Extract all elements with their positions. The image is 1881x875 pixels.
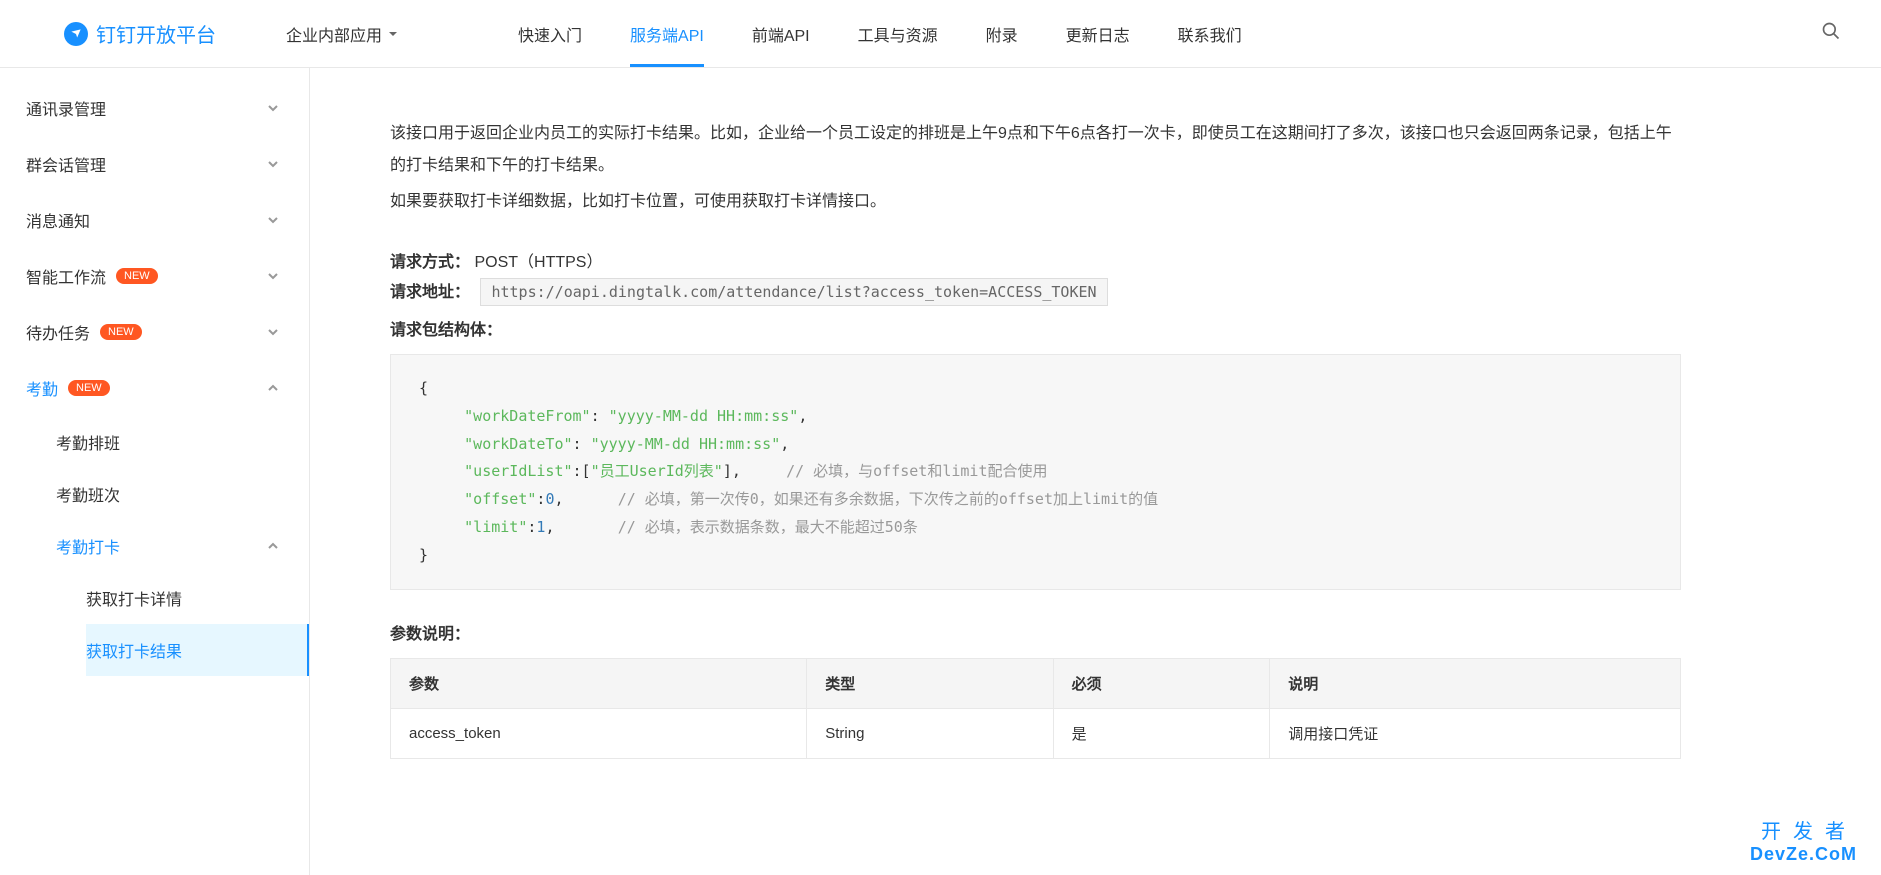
params-table: 参数 类型 必须 说明 access_token String 是 调用接口凭证 [390, 658, 1681, 759]
tab-frontend-api[interactable]: 前端API [752, 0, 810, 67]
td-type: String [807, 709, 1053, 759]
request-url-value: https://oapi.dingtalk.com/attendance/lis… [480, 278, 1107, 306]
tab-changelog[interactable]: 更新日志 [1066, 0, 1130, 67]
code-block: { "workDateFrom": "yyyy-MM-dd HH:mm:ss",… [390, 354, 1681, 590]
chevron-down-icon [388, 29, 398, 39]
sidebar-item-punch-detail[interactable]: 获取打卡详情 [86, 572, 309, 624]
th-required: 必须 [1053, 659, 1270, 709]
sidebar-item-label: 考勤打卡 [56, 534, 120, 558]
tab-server-api[interactable]: 服务端API [630, 0, 704, 67]
watermark: 开发者 DevZe.CoM [1750, 815, 1857, 865]
td-desc: 调用接口凭证 [1270, 709, 1681, 759]
th-type: 类型 [807, 659, 1053, 709]
sidebar-item-label: 通讯录管理 [26, 96, 106, 120]
chevron-down-icon [267, 158, 279, 170]
new-badge: NEW [100, 324, 142, 340]
sidebar-item-punch-result[interactable]: 获取打卡结果 [86, 624, 310, 676]
sidebar-item-label: 考勤 [26, 376, 58, 400]
request-url-line: 请求地址： https://oapi.dingtalk.com/attendan… [390, 278, 1681, 306]
watermark-cn: 开发者 [1750, 815, 1857, 844]
header: 钉钉开放平台 企业内部应用 快速入门 服务端API 前端API 工具与资源 附录… [0, 0, 1881, 68]
sidebar-item-punch[interactable]: 考勤打卡 [56, 520, 309, 572]
chevron-down-icon [267, 270, 279, 282]
sidebar-item-label: 考勤班次 [56, 482, 120, 506]
logo-text: 钉钉开放平台 [96, 19, 216, 48]
sidebar-item-label: 群会话管理 [26, 152, 106, 176]
sidebar: 通讯录管理 群会话管理 消息通知 智能工作流NEW 待办任务NEW 考勤NEW … [0, 68, 310, 875]
request-body-label: 请求包结构体： [390, 322, 502, 339]
new-badge: NEW [116, 268, 158, 284]
sidebar-item-message[interactable]: 消息通知 [0, 192, 309, 248]
chevron-down-icon [267, 102, 279, 114]
tab-contact[interactable]: 联系我们 [1178, 0, 1242, 67]
sidebar-item-label: 获取打卡结果 [86, 638, 182, 662]
search-icon[interactable] [1821, 21, 1841, 46]
sidebar-item-schedule[interactable]: 考勤排班 [56, 416, 309, 468]
td-required: 是 [1053, 709, 1270, 759]
chevron-up-icon [267, 540, 279, 552]
sidebar-item-label: 智能工作流 [26, 264, 106, 288]
sidebar-item-group-session[interactable]: 群会话管理 [0, 136, 309, 192]
params-label: 参数说明： [390, 626, 470, 643]
table-row: access_token String 是 调用接口凭证 [391, 709, 1681, 759]
th-param: 参数 [391, 659, 807, 709]
request-method-line: 请求方式： POST（HTTPS） [390, 248, 1681, 272]
table-header-row: 参数 类型 必须 说明 [391, 659, 1681, 709]
chevron-down-icon [267, 326, 279, 338]
sidebar-item-label: 待办任务 [26, 320, 90, 344]
new-badge: NEW [68, 380, 110, 396]
content: 该接口用于返回企业内员工的实际打卡结果。比如，企业给一个员工设定的排班是上午9点… [310, 68, 1881, 875]
sidebar-item-workflow[interactable]: 智能工作流 NEW [0, 248, 309, 304]
th-desc: 说明 [1270, 659, 1681, 709]
td-param: access_token [391, 709, 807, 759]
request-url-label: 请求地址： [390, 284, 470, 301]
nav-tabs: 快速入门 服务端API 前端API 工具与资源 附录 更新日志 联系我们 [518, 0, 1242, 67]
sidebar-item-todo[interactable]: 待办任务 NEW [0, 304, 309, 360]
request-method-value: POST（HTTPS） [474, 254, 602, 271]
logo[interactable]: 钉钉开放平台 [64, 19, 216, 48]
sidebar-item-shift[interactable]: 考勤班次 [56, 468, 309, 520]
request-method-label: 请求方式： [390, 254, 470, 271]
sidebar-item-contacts[interactable]: 通讯录管理 [0, 80, 309, 136]
app-type-label: 企业内部应用 [286, 22, 382, 46]
sidebar-item-label: 消息通知 [26, 208, 90, 232]
params-label-line: 参数说明： [390, 620, 1681, 644]
chevron-up-icon [267, 382, 279, 394]
description-2: 如果要获取打卡详细数据，比如打卡位置，可使用获取打卡详情接口。 [390, 186, 1681, 218]
request-body-label-line: 请求包结构体： [390, 316, 1681, 340]
tab-quickstart[interactable]: 快速入门 [518, 0, 582, 67]
chevron-down-icon [267, 214, 279, 226]
sidebar-item-attendance[interactable]: 考勤 NEW [0, 360, 309, 416]
tab-appendix[interactable]: 附录 [986, 0, 1018, 67]
dingtalk-icon [64, 22, 88, 46]
app-type-select[interactable]: 企业内部应用 [286, 22, 398, 46]
tab-tools-resources[interactable]: 工具与资源 [858, 0, 938, 67]
sidebar-item-label: 获取打卡详情 [86, 586, 182, 610]
watermark-en: DevZe.CoM [1750, 844, 1857, 865]
sidebar-item-label: 考勤排班 [56, 430, 120, 454]
description-1: 该接口用于返回企业内员工的实际打卡结果。比如，企业给一个员工设定的排班是上午9点… [390, 118, 1681, 182]
